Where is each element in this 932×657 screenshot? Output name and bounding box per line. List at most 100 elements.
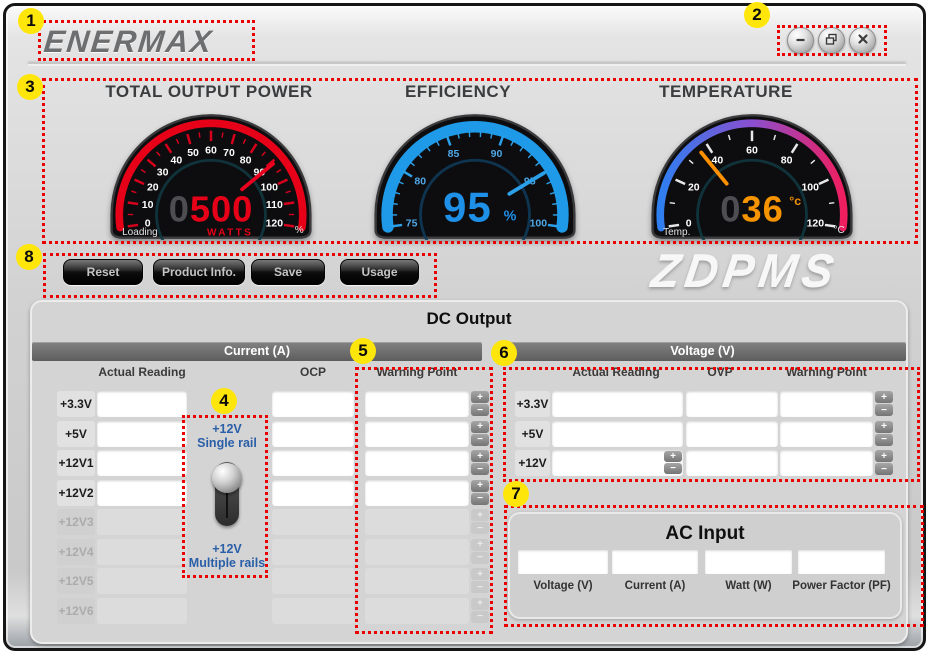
svg-text:Temp.: Temp. [663,227,690,238]
temperature-gauge: 0 20 40 60 80 100 120 036 °c Temp. °C [644,113,860,271]
svg-text:10: 10 [142,199,154,211]
voltage-5v-warning-point-increase-button[interactable]: + [875,420,893,433]
restore-button[interactable] [818,27,845,54]
current-12v2-warning-point-increase-button[interactable]: + [471,479,489,492]
current-12v4-warning-point-stepper: + − [471,538,489,565]
current-5v-warning-point-decrease-button[interactable]: − [471,433,489,446]
current-12v2-ocp-input[interactable] [272,479,354,506]
voltage-12v-warning-point-increase-button[interactable]: + [875,450,893,462]
svg-text:80: 80 [781,155,793,167]
ac-watt-(w)-label: Watt (W) [725,580,772,592]
gauge-title-temperature: TEMPERATURE [659,82,793,101]
svg-text:%: % [295,225,304,236]
voltage-12v-ovp-input[interactable] [686,450,778,476]
svg-text:110: 110 [266,199,283,211]
current-5v-warning-point-stepper: + − [471,420,489,447]
ac-current-(a)-input[interactable] [612,550,698,574]
current-33v-ocp-input[interactable] [272,391,354,417]
annotation-badge-7: 7 [503,481,529,507]
current-12v2-warning-point-stepper: + − [471,479,489,506]
voltage-33v-label: +3.3V [515,391,550,417]
ac-watt-(w)-input[interactable] [705,550,792,574]
rail-single-label-line2: Single rail [197,436,257,451]
current-5v-warning-point-increase-button[interactable]: + [471,420,489,433]
current-12v6-actual-reading-input [97,597,187,624]
voltage-12v-warning-point-decrease-button[interactable]: − [875,463,893,475]
current-12v2-warning-point-decrease-button[interactable]: − [471,492,489,505]
current-12v6-warning-point-input [365,597,469,624]
gauge-title-efficiency: EFFICIENCY [404,82,512,101]
ac-voltage-(v)-input[interactable] [518,550,608,574]
minimize-button[interactable] [787,27,814,54]
voltage-12v-label: +12V [515,450,550,476]
voltage-33v-actual-reading-input[interactable] [552,391,683,417]
svg-text:°c: °c [789,194,801,208]
voltage-5v-warning-point-input[interactable] [780,420,873,447]
svg-text:°C: °C [833,225,844,236]
voltage-12v-actual-reading-decrease-button[interactable]: − [664,463,682,474]
current-actual-reading-header: Actual Reading [98,365,186,379]
close-button[interactable] [849,27,876,54]
current-12v3-warning-point-decrease-button: − [471,522,489,534]
rail-multiple-label-line2: Multiple rails [188,556,266,571]
svg-text:80: 80 [414,175,426,187]
voltage-33v-warning-point-increase-button[interactable]: + [875,391,893,403]
current-33v-actual-reading-input[interactable] [97,391,187,417]
voltage-5v-ovp-input[interactable] [686,420,778,447]
svg-text:20: 20 [147,182,159,194]
svg-text:80: 80 [240,155,252,167]
enermax-logo: ENERMAX [42,24,215,59]
gauge-title-power: TOTAL OUTPUT POWER [105,82,313,101]
current-12v2-actual-reading-input[interactable] [97,479,187,506]
current-12v3-warning-point-stepper: + − [471,509,489,535]
svg-text:120: 120 [807,217,825,229]
current-12v5-warning-point-decrease-button: − [471,581,489,593]
annotation-badge-1: 1 [18,8,44,34]
current-33v-label: +3.3V [57,391,95,417]
voltage-12v-actual-reading-increase-button[interactable]: + [664,451,682,462]
current-12v3-actual-reading-input [97,509,187,535]
ac-voltage-(v)-label: Voltage (V) [533,580,593,592]
current-12v1-warning-point-increase-button[interactable]: + [471,450,489,462]
current-33v-warning-point-input[interactable] [365,391,469,417]
current-33v-warning-point-decrease-button[interactable]: − [471,404,489,416]
current-12v5-warning-point-stepper: + − [471,568,489,594]
voltage-actual-reading-header: Actual Reading [572,365,660,379]
voltage-33v-warning-point-input[interactable] [780,391,873,417]
svg-text:95: 95 [443,183,492,230]
product-info-button[interactable]: Product Info. [153,259,245,285]
close-icon [857,33,869,48]
rail-switch-knob[interactable] [212,463,242,493]
save-button[interactable]: Save [251,259,325,285]
current-12v5-ocp-input [272,568,354,594]
voltage-section-header: Voltage (V) [499,342,906,361]
dc-output-title: DC Output [426,309,512,328]
usage-button[interactable]: Usage [340,259,419,285]
svg-text:85: 85 [448,148,460,160]
current-5v-warning-point-input[interactable] [365,420,469,447]
voltage-5v-warning-point-decrease-button[interactable]: − [875,433,893,446]
ac-power-factor-(pf)-input[interactable] [798,550,885,574]
svg-text:%: % [504,208,517,224]
voltage-warning-point-header: Warning Point [786,365,867,379]
current-12v2-warning-point-input[interactable] [365,479,469,506]
current-12v1-warning-point-input[interactable] [365,450,469,476]
current-12v4-warning-point-increase-button: + [471,538,489,551]
current-12v1-label: +12V1 [57,450,95,476]
voltage-5v-actual-reading-input[interactable] [552,420,683,447]
current-12v1-actual-reading-input[interactable] [97,450,187,476]
current-12v5-label: +12V5 [57,568,95,594]
voltage-12v-warning-point-input[interactable] [780,450,873,476]
voltage-33v-warning-point-decrease-button[interactable]: − [875,404,893,416]
current-12v1-ocp-input[interactable] [272,450,354,476]
current-33v-warning-point-increase-button[interactable]: + [471,391,489,403]
current-12v1-warning-point-decrease-button[interactable]: − [471,463,489,475]
ac-current-(a)-label: Current (A) [624,580,686,592]
svg-text:100: 100 [801,182,819,194]
svg-text:0500: 0500 [169,188,254,229]
screenshot-root: { "window": { "logo": "ENERMAX", "waterm… [0,0,932,657]
voltage-33v-ovp-input[interactable] [686,391,778,417]
reset-button[interactable]: Reset [63,259,143,285]
voltage-33v-warning-point-stepper: + − [875,391,893,417]
current-warning-point-header: Warning Point [376,365,458,379]
